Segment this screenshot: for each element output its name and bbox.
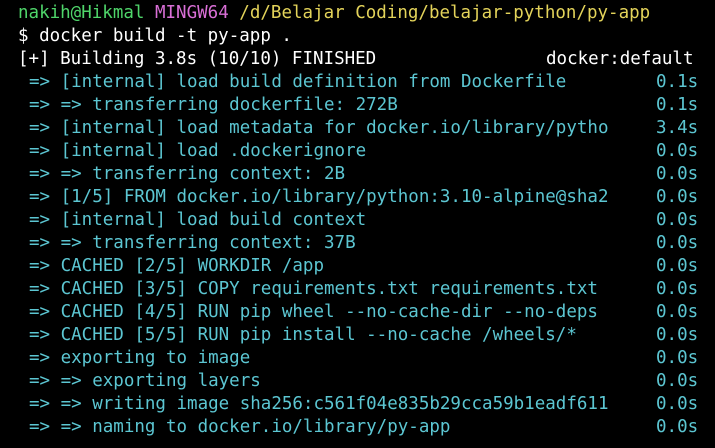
build-step-time: 0.0s — [656, 348, 699, 368]
build-step-text: => CACHED [2/5] WORKDIR /app — [29, 256, 325, 276]
builder-name: docker:default — [546, 49, 694, 69]
build-step-line: => => transferring dockerfile: 272B 0.1s — [0, 94, 715, 117]
build-status-line: [+] Building 3.8s (10/10) FINISHED docker… — [0, 48, 715, 71]
build-step-text: => => transferring context: 2B — [29, 164, 346, 184]
build-step-time: 0.0s — [656, 141, 699, 161]
build-step-time: 0.0s — [656, 210, 699, 230]
build-step-time: 0.0s — [656, 164, 699, 184]
build-step-time: 0.0s — [656, 417, 699, 437]
build-step-time: 0.0s — [656, 302, 699, 322]
build-step-line: => => exporting layers 0.0s — [0, 370, 715, 393]
build-step-text: => CACHED [4/5] RUN pip wheel --no-cache… — [29, 302, 598, 322]
build-step-line: => CACHED [4/5] RUN pip wheel --no-cache… — [0, 301, 715, 324]
build-step-line: => [internal] load .dockerignore 0.0s — [0, 140, 715, 163]
build-step-text: => => naming to docker.io/library/py-app — [29, 417, 451, 437]
build-step-line: => => transferring context: 37B 0.0s — [0, 232, 715, 255]
build-step-line: => CACHED [2/5] WORKDIR /app 0.0s — [0, 255, 715, 278]
prompt-path: /d/Belajar Coding/belajar-python/py-app — [239, 3, 651, 23]
build-step-time: 3.4s — [656, 118, 699, 138]
prompt-line: nakih@Hikmal MINGW64 /d/Belajar Coding/b… — [0, 2, 715, 25]
prompt-user: nakih@Hikmal — [18, 3, 145, 23]
build-step-line: => [1/5] FROM docker.io/library/python:3… — [0, 186, 715, 209]
build-step-time: 0.0s — [656, 371, 699, 391]
command-line: $ docker build -t py-app . — [18, 26, 292, 46]
build-step-text: => => exporting layers — [29, 371, 261, 391]
build-step-text: => => transferring dockerfile: 272B — [29, 95, 398, 115]
prompt-shell: MINGW64 — [154, 3, 229, 23]
terminal-window[interactable]: nakih@Hikmal MINGW64 /d/Belajar Coding/b… — [0, 0, 715, 448]
build-step-time: 0.0s — [656, 187, 699, 207]
build-status-text: [+] Building 3.8s (10/10) FINISHED — [18, 49, 377, 69]
build-step-text: => [internal] load metadata for docker.i… — [29, 118, 609, 138]
build-step-line: => [internal] load build context 0.0s — [0, 209, 715, 232]
build-step-text: => [internal] load build definition from… — [29, 72, 567, 92]
build-step-time: 0.0s — [656, 256, 699, 276]
build-step-text: => CACHED [5/5] RUN pip install --no-cac… — [29, 325, 577, 345]
build-step-line: => exporting to image 0.0s — [0, 347, 715, 370]
build-step-text: => [internal] load .dockerignore — [29, 141, 367, 161]
build-step-time: 0.0s — [656, 233, 699, 253]
build-step-time: 0.0s — [656, 325, 699, 345]
build-step-line: => => naming to docker.io/library/py-app… — [0, 416, 715, 439]
build-step-line: => [internal] load metadata for docker.i… — [0, 117, 715, 140]
build-step-line: => => transferring context: 2B 0.0s — [0, 163, 715, 186]
build-step-line: => CACHED [3/5] COPY requirements.txt re… — [0, 278, 715, 301]
build-step-text: => [internal] load build context — [29, 210, 367, 230]
build-step-time: 0.1s — [656, 72, 699, 92]
build-step-line: => CACHED [5/5] RUN pip install --no-cac… — [0, 324, 715, 347]
build-step-time: 0.0s — [656, 279, 699, 299]
build-step-time: 0.1s — [656, 95, 699, 115]
build-step-text: => exporting to image — [29, 348, 251, 368]
build-step-line: => [internal] load build definition from… — [0, 71, 715, 94]
build-step-line: => => writing image sha256:c561f04e835b2… — [0, 393, 715, 416]
build-step-time: 0.0s — [656, 394, 699, 414]
build-step-text: => => transferring context: 37B — [29, 233, 356, 253]
build-step-text: => CACHED [3/5] COPY requirements.txt re… — [29, 279, 598, 299]
build-step-text: => [1/5] FROM docker.io/library/python:3… — [29, 187, 609, 207]
build-step-text: => => writing image sha256:c561f04e835b2… — [29, 394, 609, 414]
